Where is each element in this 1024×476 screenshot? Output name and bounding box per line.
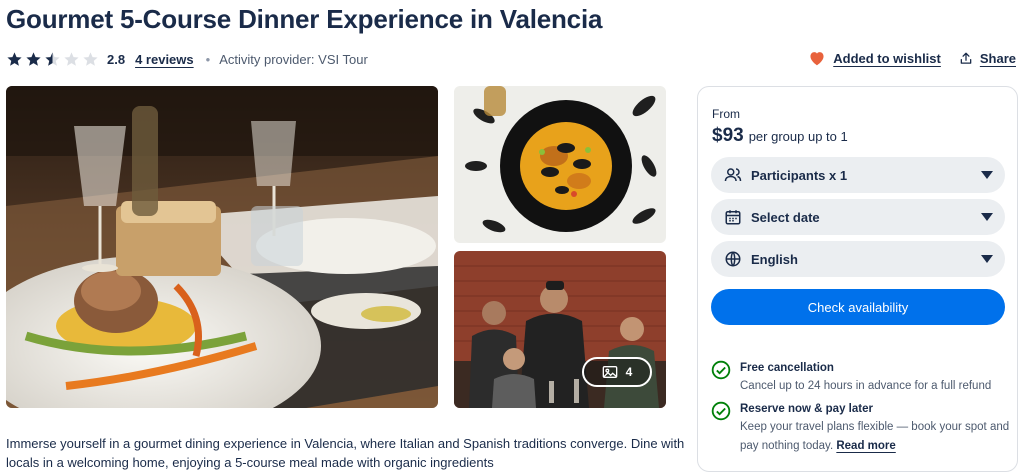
- reviews-link[interactable]: 4 reviews: [135, 52, 194, 67]
- photo-paella[interactable]: [454, 86, 666, 243]
- star-icon: [7, 51, 22, 66]
- header-actions: Added to wishlist Share: [808, 50, 1016, 66]
- chevron-down-icon: [981, 255, 993, 263]
- participants-icon: [724, 168, 742, 182]
- price: $93: [712, 125, 744, 146]
- share-icon: [960, 52, 972, 64]
- perk-title: Free cancellation: [740, 362, 834, 374]
- perk-reserve-now: Reserve now & pay later Keep your travel…: [711, 401, 1011, 456]
- perk-text: Cancel up to 24 hours in advance for a f…: [740, 380, 992, 392]
- main-photo-gourmet-plate[interactable]: [6, 86, 438, 408]
- language-select[interactable]: English: [711, 241, 1005, 277]
- star-empty-icon: [83, 51, 98, 66]
- separator-dot: •: [205, 51, 211, 67]
- chevron-down-icon: [981, 213, 993, 221]
- check-circle-icon: [711, 360, 731, 380]
- activity-description: Immerse yourself in a gourmet dining exp…: [6, 436, 685, 470]
- language-label: English: [751, 251, 798, 267]
- share-button[interactable]: Share: [959, 51, 1016, 66]
- page-title: Gourmet 5-Course Dinner Experience in Va…: [6, 4, 603, 34]
- star-half-icon: [45, 51, 60, 66]
- price-line: $93 per group up to 1: [712, 125, 848, 147]
- calendar-icon: [725, 210, 741, 225]
- activity-provider: Activity provider: VSI Tour: [219, 51, 368, 67]
- star-icon: [26, 51, 41, 66]
- chevron-down-icon: [981, 171, 993, 179]
- rating-row: 2.8 4 reviews • Activity provider: VSI T…: [6, 50, 368, 68]
- price-unit: per group up to 1: [748, 129, 848, 144]
- perk-text: Keep your travel plans flexible — book y…: [740, 418, 1011, 456]
- booking-card: From $93 per group up to 1 Participants …: [697, 86, 1018, 472]
- globe-icon: [725, 251, 741, 267]
- gallery-icon: [602, 366, 617, 378]
- date-label: Select date: [751, 209, 820, 225]
- gallery-button[interactable]: 4: [582, 357, 652, 387]
- rating-stars: [6, 51, 99, 68]
- date-select[interactable]: Select date: [711, 199, 1005, 235]
- gallery-count: 4: [625, 365, 633, 379]
- rating-value: 2.8: [107, 51, 126, 67]
- wishlist-label: Added to wishlist: [833, 50, 941, 66]
- read-more-link[interactable]: Read more: [836, 440, 895, 452]
- participants-select[interactable]: Participants x 1: [711, 157, 1005, 193]
- perk-free-cancellation: Free cancellation Cancel up to 24 hours …: [711, 360, 1011, 396]
- wishlist-button[interactable]: Added to wishlist: [808, 50, 941, 66]
- perk-title: Reserve now & pay later: [740, 403, 873, 415]
- check-availability-button[interactable]: Check availability: [711, 289, 1005, 325]
- star-empty-icon: [64, 51, 79, 66]
- share-label: Share: [979, 50, 1016, 66]
- check-circle-icon: [711, 401, 731, 421]
- price-from-label: From: [712, 107, 740, 121]
- heart-icon: [810, 52, 824, 66]
- participants-label: Participants x 1: [751, 167, 848, 183]
